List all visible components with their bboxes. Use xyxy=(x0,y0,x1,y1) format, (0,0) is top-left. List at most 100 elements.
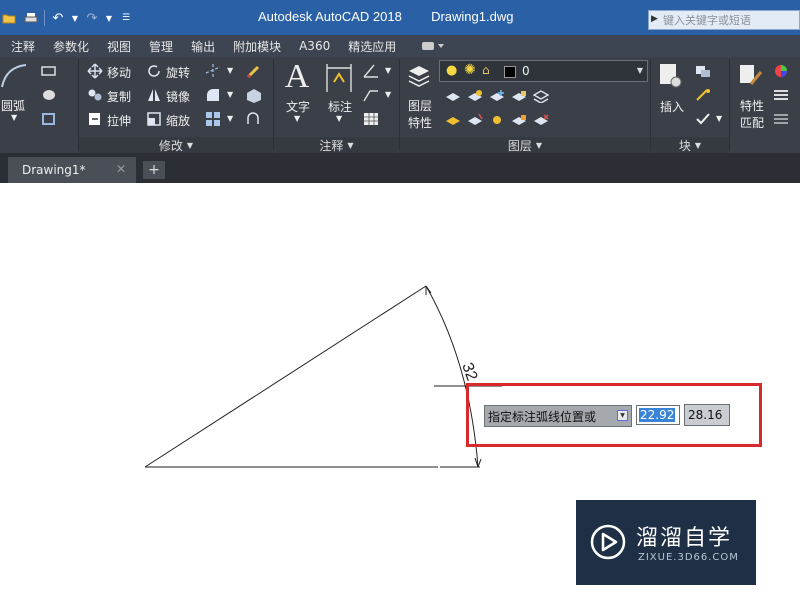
tab-drawing1[interactable]: Drawing1* ✕ xyxy=(8,157,136,183)
match-properties-label-2[interactable]: 匹配 xyxy=(740,114,764,131)
arc-icon[interactable] xyxy=(0,61,30,91)
copy-label[interactable]: 复制 xyxy=(107,88,131,105)
chevron-down-icon[interactable]: ▼ xyxy=(637,66,643,75)
undo-dropdown-icon[interactable]: ▼ xyxy=(71,9,79,27)
mirror-icon[interactable] xyxy=(145,87,163,103)
match-properties-label-1[interactable]: 特性 xyxy=(740,97,764,114)
text-dropdown-icon[interactable]: ▼ xyxy=(294,114,300,123)
edit-block-icon[interactable] xyxy=(694,87,712,103)
dimension-dropdown-icon[interactable]: ▼ xyxy=(336,114,342,123)
block-panel-title[interactable]: 块 ▼ xyxy=(651,137,729,153)
tab-addins[interactable]: 附加模块 xyxy=(224,38,290,55)
linetype-icon[interactable] xyxy=(772,111,790,127)
layer-properties-label-2[interactable]: 特性 xyxy=(408,114,432,131)
ribbon-toggle-icon[interactable] xyxy=(421,39,445,53)
scale-label[interactable]: 缩放 xyxy=(166,112,190,129)
create-block-icon[interactable] xyxy=(694,63,712,79)
insert-label[interactable]: 插入 xyxy=(660,98,684,115)
annotation-expand-icon[interactable]: ▼ xyxy=(347,141,353,150)
new-tab-button[interactable]: + xyxy=(143,161,165,179)
redo-dropdown-icon[interactable]: ▼ xyxy=(105,9,113,27)
rectangle-icon[interactable] xyxy=(40,63,58,79)
redo-icon[interactable]: ↷ xyxy=(83,9,101,27)
customize-qat-icon[interactable]: ☰ xyxy=(117,9,135,27)
text-label[interactable]: 文字 xyxy=(286,98,310,115)
layer-dropdown[interactable]: ● ✺ ⌂ 0 ▼ xyxy=(439,60,648,82)
layer-properties-icon[interactable] xyxy=(404,60,434,90)
color-wheel-icon[interactable] xyxy=(772,63,790,79)
offset-icon[interactable] xyxy=(244,110,264,128)
arc-label[interactable]: 圆弧 xyxy=(1,97,25,114)
layer-color-swatch[interactable] xyxy=(504,66,516,78)
fillet-icon[interactable] xyxy=(204,87,222,103)
layer-state-icon[interactable] xyxy=(532,88,550,104)
tab-annotate[interactable]: 注释 xyxy=(0,38,44,55)
layer-off-icon[interactable] xyxy=(444,88,462,104)
layer-delete-icon[interactable] xyxy=(532,112,550,128)
annotation-panel-title[interactable]: 注释 ▼ xyxy=(274,137,399,153)
layer-thaw-icon[interactable] xyxy=(488,112,506,128)
multileader-icon[interactable] xyxy=(362,86,380,104)
edit-attributes-icon[interactable] xyxy=(694,111,712,127)
layer-properties-label-1[interactable]: 图层 xyxy=(408,97,432,114)
layer-unlock-icon[interactable] xyxy=(510,112,528,128)
lightbulb-icon[interactable]: ● xyxy=(446,63,457,78)
multileader-dropdown-icon[interactable]: ▼ xyxy=(385,90,391,99)
layers-expand-icon[interactable]: ▼ xyxy=(536,141,542,150)
print-icon[interactable] xyxy=(22,9,40,27)
lock-icon[interactable]: ⌂ xyxy=(482,63,490,77)
erase-icon[interactable] xyxy=(244,62,264,80)
array-dropdown-icon[interactable]: ▼ xyxy=(227,114,233,123)
trim-dropdown-icon[interactable]: ▼ xyxy=(227,66,233,75)
mirror-label[interactable]: 镜像 xyxy=(166,88,190,105)
arc-dropdown-icon[interactable]: ▼ xyxy=(11,113,17,122)
layers-panel-title[interactable]: 图层 ▼ xyxy=(400,137,650,153)
table-icon[interactable] xyxy=(362,110,380,128)
scale-icon[interactable] xyxy=(145,111,163,127)
dimension-icon[interactable] xyxy=(324,61,354,95)
dimension-label[interactable]: 标注 xyxy=(328,98,352,115)
insert-block-icon[interactable] xyxy=(656,61,686,91)
modify-expand-icon[interactable]: ▼ xyxy=(187,141,193,150)
lineweight-icon[interactable] xyxy=(772,87,790,103)
tab-output[interactable]: 输出 xyxy=(182,38,224,55)
block-expand-icon[interactable]: ▼ xyxy=(695,141,701,150)
tab-view[interactable]: 视图 xyxy=(98,38,140,55)
tab-manage[interactable]: 管理 xyxy=(140,38,182,55)
text-icon[interactable]: A xyxy=(282,59,312,95)
dynamic-input-field-2[interactable]: 28.16 xyxy=(684,404,730,426)
dynamic-input-field-1[interactable]: 22.92 xyxy=(636,405,680,425)
layer-isolate-icon[interactable] xyxy=(466,88,484,104)
match-properties-icon[interactable] xyxy=(736,61,766,91)
tab-parametric[interactable]: 参数化 xyxy=(44,38,98,55)
hatch-icon[interactable] xyxy=(40,87,58,103)
layer-lock-icon[interactable] xyxy=(510,88,528,104)
layer-freeze-icon[interactable] xyxy=(488,88,506,104)
copy-icon[interactable] xyxy=(86,87,104,103)
prompt-options-icon[interactable]: ▼ xyxy=(617,410,628,421)
modify-panel-title[interactable]: 修改 ▼ xyxy=(79,137,273,153)
stretch-icon[interactable] xyxy=(86,111,104,127)
rotate-label[interactable]: 旋转 xyxy=(166,64,190,81)
move-icon[interactable] xyxy=(86,63,104,79)
close-tab-icon[interactable]: ✕ xyxy=(116,162,126,176)
leader-icon[interactable] xyxy=(362,62,380,80)
array-icon[interactable] xyxy=(204,111,222,127)
chevron-right-icon[interactable]: ▶ xyxy=(651,14,658,24)
boundary-icon[interactable] xyxy=(40,111,58,127)
move-label[interactable]: 移动 xyxy=(107,64,131,81)
layer-match-icon[interactable] xyxy=(466,112,484,128)
tab-a360[interactable]: A360 xyxy=(290,39,339,53)
leader-dropdown-icon[interactable]: ▼ xyxy=(385,66,391,75)
fillet-dropdown-icon[interactable]: ▼ xyxy=(227,90,233,99)
tab-featured-apps[interactable]: 精选应用 xyxy=(339,38,405,55)
rotate-icon[interactable] xyxy=(145,63,163,79)
layer-walk-icon[interactable] xyxy=(444,112,462,128)
search-input[interactable]: ▶ 键入关键字或短语 xyxy=(648,10,800,30)
stretch-label[interactable]: 拉伸 xyxy=(107,112,131,129)
open-folder-icon[interactable] xyxy=(0,9,18,27)
undo-icon[interactable]: ↶ xyxy=(49,9,67,27)
trim-icon[interactable] xyxy=(204,63,222,79)
explode-icon[interactable] xyxy=(244,86,264,104)
attributes-dropdown-icon[interactable]: ▼ xyxy=(716,114,722,123)
